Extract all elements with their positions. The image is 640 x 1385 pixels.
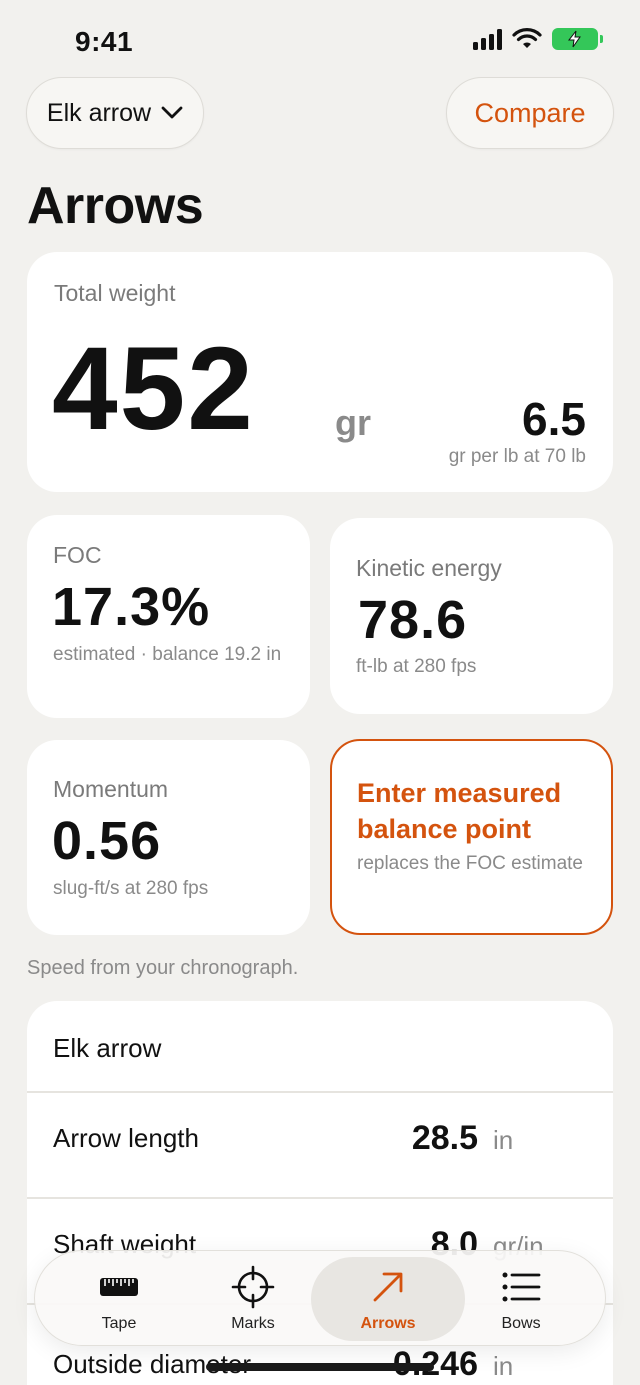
tab-tape[interactable]: Tape bbox=[49, 1251, 189, 1347]
spec-label: Arrow length bbox=[53, 1123, 199, 1153]
status-bar: 9:41 bbox=[0, 0, 640, 70]
foc-card[interactable]: FOC 17.3% estimated · balance 19.2 in bbox=[27, 515, 310, 718]
foc-label: FOC bbox=[53, 542, 102, 568]
momentum-caption: slug-ft/s at 280 fps bbox=[53, 878, 209, 899]
balance-point-title: Enter measured balance point bbox=[357, 778, 562, 844]
compare-button[interactable]: Compare bbox=[446, 77, 614, 149]
tab-marks[interactable]: Marks bbox=[183, 1251, 323, 1347]
chevron-down-icon bbox=[161, 106, 183, 119]
momentum-card[interactable]: Momentum 0.56 slug-ft/s at 280 fps bbox=[27, 740, 310, 935]
arrow-up-right-icon bbox=[373, 1272, 403, 1302]
spec-card-title: Elk arrow bbox=[53, 1033, 162, 1063]
home-indicator bbox=[206, 1363, 434, 1371]
spec-value: 28.5 bbox=[411, 1119, 478, 1157]
total-weight-label: Total weight bbox=[54, 280, 176, 306]
status-icons bbox=[473, 28, 603, 50]
foc-caption: estimated · balance 19.2 in bbox=[53, 644, 282, 665]
cellular-signal-icon bbox=[473, 28, 502, 50]
total-weight-value: 452 bbox=[52, 323, 255, 455]
momentum-label: Momentum bbox=[53, 776, 169, 802]
enter-balance-point-button[interactable]: Enter measured balance point replaces th… bbox=[330, 739, 613, 935]
tab-label: Arrows bbox=[360, 1315, 416, 1332]
weight-per-lb-caption: gr per lb at 70 lb bbox=[448, 446, 586, 467]
status-time: 9:41 bbox=[75, 26, 134, 57]
balance-point-caption: replaces the FOC estimate bbox=[357, 853, 583, 874]
tab-label: Marks bbox=[231, 1315, 275, 1332]
kinetic-energy-value: 78.6 bbox=[358, 590, 468, 650]
tab-bar: Tape Marks Arrows Bows bbox=[34, 1250, 606, 1346]
page-title: Arrows bbox=[27, 177, 204, 235]
kinetic-energy-caption: ft-lb at 280 fps bbox=[356, 656, 477, 677]
weight-per-lb-value: 6.5 bbox=[522, 393, 586, 445]
tab-label: Tape bbox=[101, 1315, 137, 1332]
total-weight-card: Total weight 452 gr 6.5 gr per lb at 70 … bbox=[27, 252, 613, 492]
speed-note: Speed from your chronograph. bbox=[27, 957, 299, 979]
spec-row-arrow-length[interactable]: Arrow length 28.5 in bbox=[27, 1093, 613, 1197]
kinetic-energy-label: Kinetic energy bbox=[356, 555, 502, 581]
momentum-value: 0.56 bbox=[52, 811, 162, 871]
foc-value: 17.3% bbox=[52, 577, 211, 637]
list-icon bbox=[502, 1272, 541, 1302]
spec-unit: in bbox=[493, 1125, 514, 1155]
total-weight-unit: gr bbox=[335, 402, 371, 443]
kinetic-energy-card[interactable]: Kinetic energy 78.6 ft-lb at 280 fps bbox=[330, 518, 613, 714]
tab-arrows[interactable]: Arrows bbox=[311, 1257, 465, 1341]
arrow-select-button[interactable]: Elk arrow bbox=[26, 77, 204, 149]
tab-label: Bows bbox=[501, 1315, 541, 1332]
arrow-select-label: Elk arrow bbox=[46, 98, 152, 127]
battery-charging-icon bbox=[552, 28, 603, 50]
crosshair-icon bbox=[231, 1265, 275, 1309]
wifi-icon bbox=[512, 28, 542, 48]
tab-bows[interactable]: Bows bbox=[451, 1251, 591, 1347]
ruler-icon bbox=[100, 1278, 138, 1296]
bolt-icon bbox=[567, 30, 581, 48]
spec-unit: in bbox=[493, 1351, 514, 1381]
